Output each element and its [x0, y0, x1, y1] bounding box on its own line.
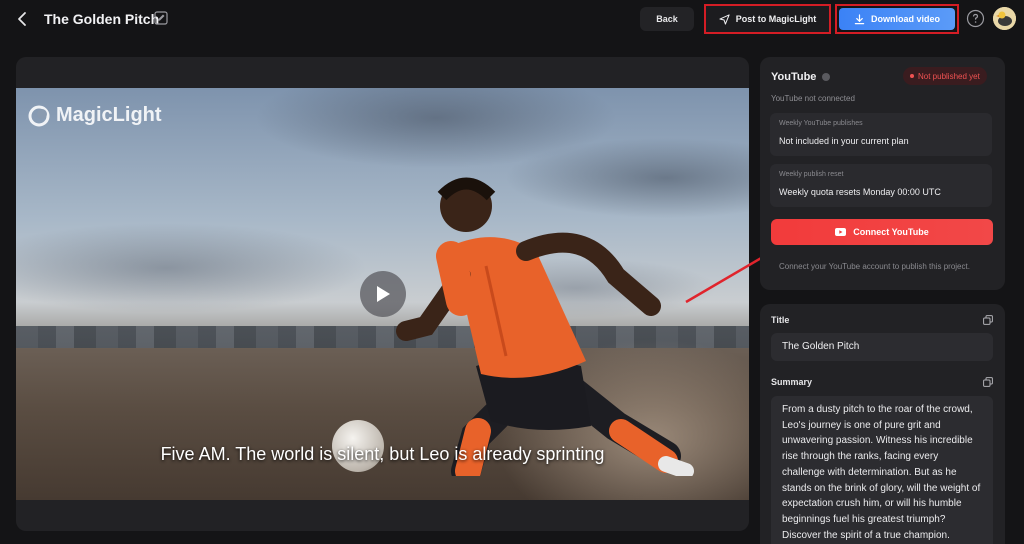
weekly-reset-label: Weekly publish reset — [779, 171, 844, 178]
info-icon[interactable] — [822, 73, 830, 81]
weekly-publishes-label: Weekly YouTube publishes — [779, 120, 863, 127]
weekly-reset-value: Weekly quota resets Monday 00:00 UTC — [779, 187, 941, 197]
video-frame[interactable]: MagicLight Five AM. The world is silent,… — [16, 88, 749, 500]
edit-icon[interactable] — [154, 11, 168, 25]
download-label: Download video — [870, 14, 940, 24]
weekly-publishes-box: Weekly YouTube publishes Not included in… — [770, 113, 992, 156]
watermark-text: MagicLight — [56, 104, 162, 126]
top-bar: The Golden Pitch Back Post to MagicLight… — [0, 0, 1024, 40]
status-dot — [910, 74, 914, 78]
weekly-reset-box: Weekly publish reset Weekly quota resets… — [770, 164, 992, 207]
avatar-image — [993, 7, 1016, 30]
avatar[interactable] — [993, 7, 1016, 30]
post-label: Post to MagicLight — [735, 14, 817, 24]
status-text: Not published yet — [918, 71, 980, 81]
connection-status: YouTube not connected — [771, 94, 855, 103]
video-subtitle: Five AM. The world is silent, but Leo is… — [160, 444, 605, 464]
download-video-button[interactable]: Download video — [835, 4, 959, 34]
chevron-left-icon[interactable] — [14, 10, 32, 28]
status-badge: Not published yet — [903, 67, 987, 85]
summary-field[interactable]: From a dusty pitch to the roar of the cr… — [771, 396, 993, 544]
help-icon[interactable] — [966, 9, 985, 28]
copy-icon[interactable] — [983, 315, 993, 325]
copy-icon[interactable] — [983, 377, 993, 387]
metadata-card: Title The Golden Pitch Summary From a du… — [760, 304, 1005, 544]
youtube-icon — [835, 228, 847, 236]
play-button[interactable] — [360, 271, 406, 317]
connect-hint: Connect your YouTube account to publish … — [779, 262, 970, 271]
play-icon — [377, 286, 390, 302]
connect-youtube-button[interactable]: Connect YouTube — [771, 219, 993, 245]
weekly-publishes-value: Not included in your current plan — [779, 136, 909, 146]
title-label: Title — [771, 315, 790, 325]
summary-label: Summary — [771, 377, 813, 387]
title-field[interactable]: The Golden Pitch — [771, 333, 993, 361]
video-preview-panel: MagicLight Five AM. The world is silent,… — [16, 57, 749, 531]
back-button[interactable]: Back — [640, 7, 694, 31]
youtube-section-title: YouTube — [771, 71, 817, 83]
post-to-magiclight-button[interactable]: Post to MagicLight — [704, 4, 831, 34]
magiclight-watermark: MagicLight — [28, 104, 162, 127]
youtube-publish-card: YouTube Not published yet YouTube not co… — [760, 57, 1005, 290]
send-icon — [719, 13, 730, 25]
project-title: The Golden Pitch — [44, 11, 160, 27]
magiclight-logo-icon — [28, 105, 50, 126]
download-icon — [854, 13, 865, 24]
sprinting-player — [396, 177, 694, 476]
connect-youtube-label: Connect YouTube — [853, 227, 929, 237]
